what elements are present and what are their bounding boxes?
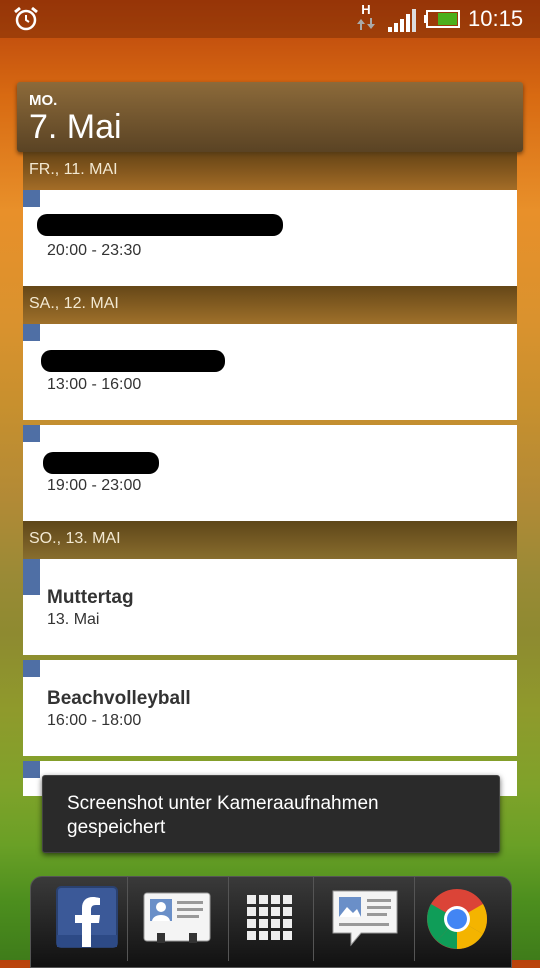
toast-notification: Screenshot unter Kameraaufnahmen gespeic… [42,775,500,853]
event-color-marker [23,761,40,778]
alarm-clock-icon [14,6,38,31]
agenda-list[interactable]: FR., 11. MAI 20:00 - 23:30 SA., 12. MAI … [23,152,517,796]
event-title: Beachvolleyball [47,688,191,709]
day-header: SO., 13. MAI [23,521,517,559]
battery-icon [424,10,460,28]
app-drawer-icon[interactable] [243,891,295,943]
day-header: FR., 11. MAI [23,152,517,190]
network-type-indicator: H [355,2,377,36]
status-clock: 10:15 [468,6,524,31]
event-color-marker [23,559,40,595]
event-title: Muttertag [47,587,134,608]
contacts-icon[interactable] [143,889,211,945]
event-item[interactable]: 19:00 - 23:00 [23,425,517,521]
data-arrows-icon [357,18,375,30]
event-color-marker [23,190,40,207]
current-date: 7. Mai [29,108,122,146]
facebook-icon[interactable] [55,885,119,949]
status-bar: H 10:15 [0,0,540,38]
event-item[interactable]: 13:00 - 16:00 [23,324,517,420]
event-item[interactable]: 20:00 - 23:30 [23,190,517,286]
redacted-title [41,350,225,372]
redacted-title [37,214,283,236]
event-time: 16:00 - 18:00 [47,712,142,729]
dock-divider [127,877,128,961]
event-time: 13:00 - 16:00 [47,376,142,393]
event-time: 19:00 - 23:00 [47,477,142,494]
current-weekday: MO. [29,92,58,109]
toast-message: Screenshot unter Kameraaufnahmen gespeic… [67,793,379,838]
app-dock [30,876,512,968]
day-header: SA., 12. MAI [23,286,517,324]
chrome-icon[interactable] [425,887,489,951]
event-item[interactable]: Beachvolleyball 16:00 - 18:00 [23,660,517,756]
signal-strength-icon [388,9,416,32]
redacted-title [43,452,159,474]
calendar-widget-header[interactable]: MO. 7. Mai [17,82,523,152]
dock-divider [414,877,415,961]
dock-divider [313,877,314,961]
event-color-marker [23,660,40,677]
event-color-marker [23,425,40,442]
event-item[interactable]: Muttertag 13. Mai [23,559,517,655]
event-time: 20:00 - 23:30 [47,242,142,259]
event-date: 13. Mai [47,611,100,628]
dock-divider [228,877,229,961]
event-color-marker [23,324,40,341]
messages-icon[interactable] [331,889,399,949]
